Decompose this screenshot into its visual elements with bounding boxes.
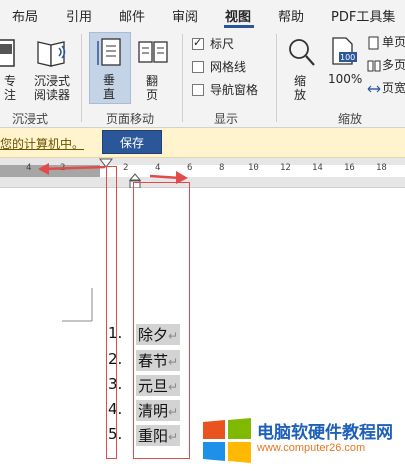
zoom-label: 缩 放 (294, 74, 307, 102)
divider (81, 34, 82, 122)
message-text[interactable]: 您的计算机中。 (0, 135, 84, 152)
immersive-reader-label: 沉浸式 阅读器 (33, 74, 70, 102)
tab-review[interactable]: 审阅 (172, 6, 198, 25)
watermark-text: 电脑软硬件教程网 (257, 423, 393, 443)
windows-logo (203, 418, 251, 463)
side-to-side-icon (138, 41, 168, 63)
ribbon: 专 注 沉浸式 阅读器 沉浸式 垂 直 翻 页 页面移动 ✓ 标尺 网格线 导航… (0, 30, 405, 128)
gridlines-label: 网格线 (210, 60, 247, 74)
divider (276, 34, 277, 122)
ruler-checkbox[interactable] (192, 36, 204, 50)
immersive-reader-button[interactable]: 沉浸式 阅读器 (30, 34, 74, 106)
multi-page-icon (367, 60, 381, 72)
multi-page-button[interactable]: 多页 (366, 57, 405, 75)
ruler-label: 标尺 (210, 37, 235, 51)
single-page-label: 单页 (382, 35, 405, 49)
ruler-number: 16 (344, 163, 355, 173)
nav-pane-label: 导航窗格 (210, 83, 259, 97)
immersive-group-label: 沉浸式 (12, 112, 49, 126)
ruler-checkbox-row[interactable]: 标尺 (192, 36, 272, 54)
zoom-100-button[interactable]: 100 100% (324, 34, 362, 106)
tab-references[interactable]: 引用 (66, 6, 92, 25)
page-move-group-label: 页面移动 (106, 112, 155, 126)
active-tab-indicator (224, 25, 254, 28)
ruler-number: 18 (376, 163, 387, 173)
ruler-number: 12 (280, 163, 291, 173)
nav-pane-checkbox[interactable] (192, 84, 204, 96)
nav-pane-checkbox-row[interactable]: 导航窗格 (192, 82, 272, 100)
side-to-side-label: 翻 页 (146, 74, 159, 102)
ribbon-tabs: 布局 引用 邮件 审阅 视图 帮助 PDF工具集 (0, 0, 405, 30)
page-width-label: 页宽 (382, 81, 405, 95)
focus-label: 专 注 (4, 74, 17, 102)
message-bar: 您的计算机中。 保存 (0, 128, 405, 158)
tab-help[interactable]: 帮助 (278, 6, 304, 25)
show-group-label: 显示 (214, 112, 239, 126)
zoom-100-icon-text: 100 (340, 53, 356, 62)
ruler-number: 14 (312, 163, 323, 173)
page-width-icon (367, 85, 381, 93)
annotation-box-text-column (133, 182, 190, 459)
gridlines-checkbox[interactable] (192, 61, 204, 73)
zoom-100-page-icon (332, 37, 357, 65)
zoom-button[interactable]: 缩 放 (283, 34, 319, 106)
ruler-number: 8 (219, 163, 225, 173)
vertical-label: 垂 直 (103, 73, 116, 101)
ruler-number: 10 (248, 163, 259, 173)
tab-mailings[interactable]: 邮件 (119, 6, 145, 25)
vertical-button[interactable]: 垂 直 (89, 32, 131, 104)
focus-button[interactable]: 专 注 (0, 34, 22, 106)
side-to-side-button[interactable]: 翻 页 (135, 34, 171, 106)
zoom-100-label: 100% (328, 72, 363, 86)
focus-icon (0, 39, 15, 67)
single-page-icon (368, 36, 379, 50)
annotation-box-number-column (106, 166, 117, 459)
zoom-group-label: 缩放 (338, 112, 363, 126)
margin-corner-mark (62, 288, 93, 322)
immersive-reader-icon (37, 41, 66, 67)
tab-view[interactable]: 视图 (225, 6, 251, 25)
vertical-page-icon (97, 38, 121, 66)
single-page-button[interactable]: 单页 (366, 34, 405, 52)
tab-layout[interactable]: 布局 (12, 6, 38, 25)
ruler-number: 4 (26, 163, 32, 173)
page-width-button[interactable]: 页宽 (366, 80, 405, 98)
multi-page-label: 多页 (382, 58, 405, 72)
watermark-url: www.computer26.com (257, 442, 366, 454)
save-button[interactable]: 保存 (102, 130, 162, 154)
gridlines-checkbox-row[interactable]: 网格线 (192, 59, 272, 77)
divider (182, 34, 183, 122)
tab-pdf-tools[interactable]: PDF工具集 (331, 6, 395, 25)
magnifier-icon (289, 39, 315, 66)
